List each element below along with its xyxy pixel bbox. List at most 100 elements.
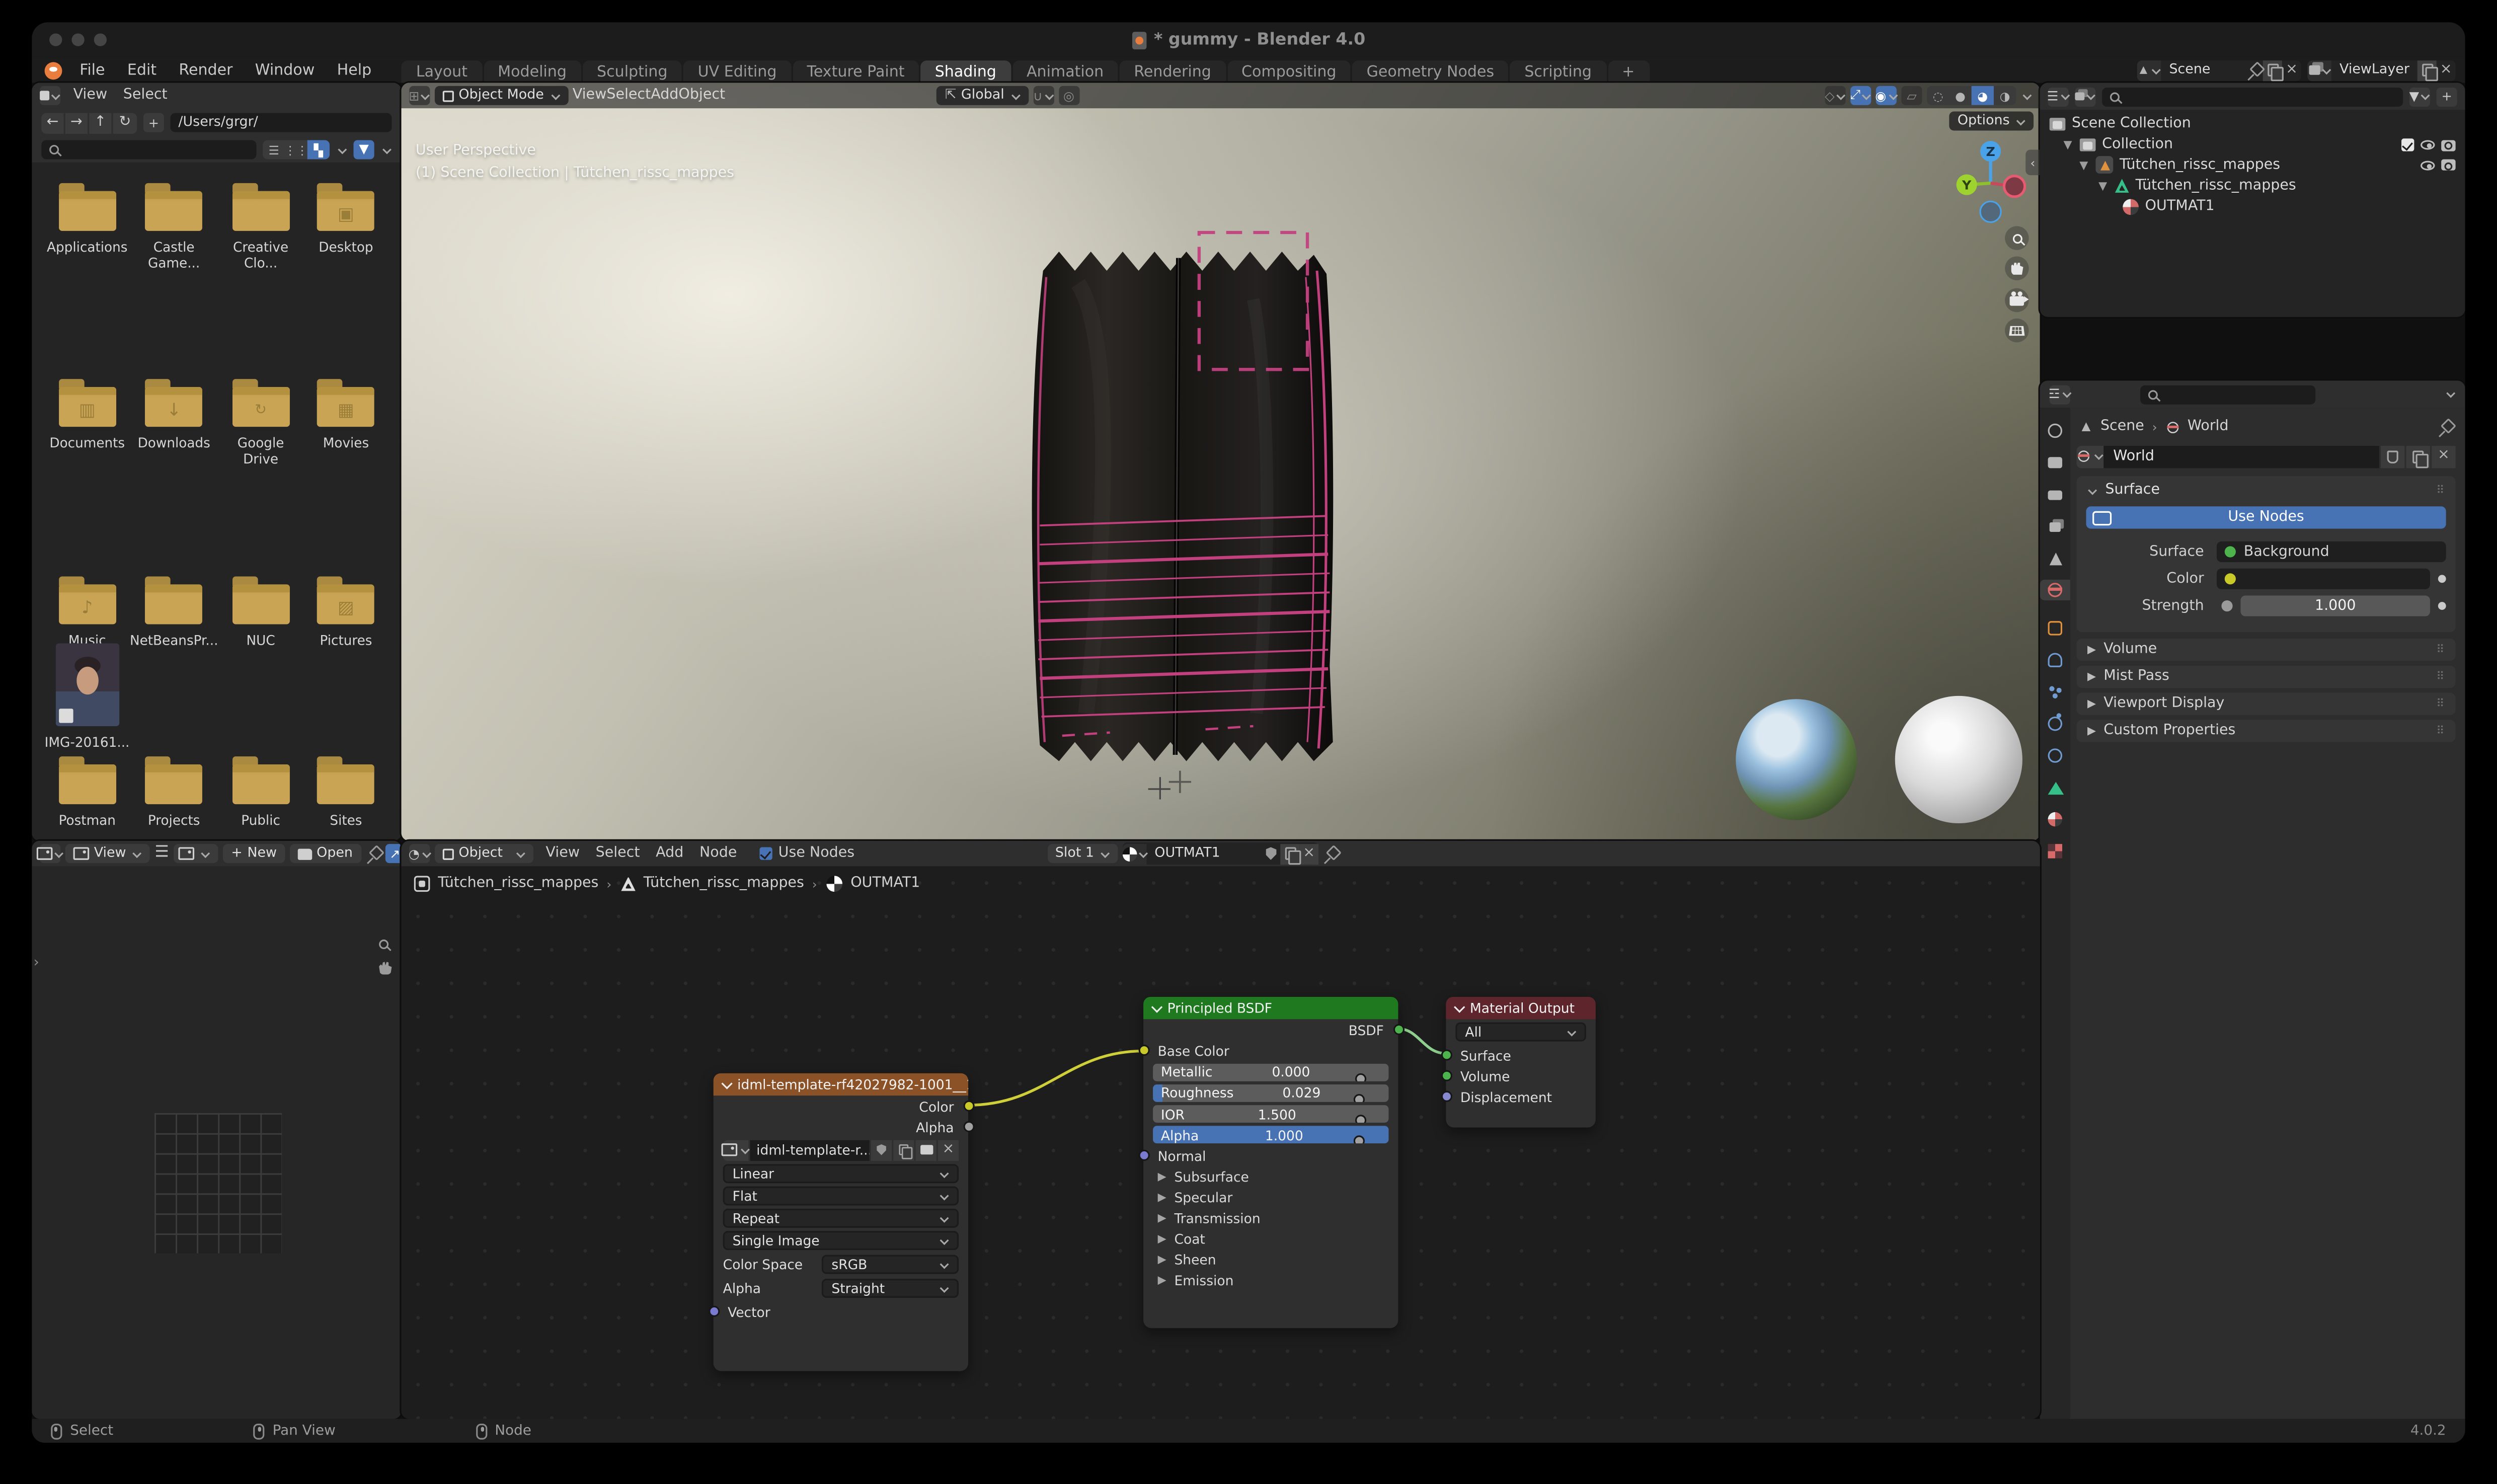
outliner-row-object[interactable]: ▼ Tütchen_rissc_mappes [2040,155,2465,176]
material-slot-select[interactable]: Slot 1 [1047,844,1118,864]
outliner-label[interactable]: OUTMAT1 [2145,198,2215,214]
vector-input-socket-icon[interactable] [708,1305,719,1316]
strength-slider[interactable]: 1.000 [2240,595,2431,616]
shader-breadcrumb-item[interactable]: OUTMAT1 › [826,876,920,892]
menu-item[interactable]: Help [326,57,382,83]
collapsed-section-row[interactable]: ▶ Subsurface [1143,1167,1398,1188]
file-grid-item[interactable]: Creative Clo... [218,182,303,364]
tab-object[interactable] [2042,618,2069,639]
pin-material-icon[interactable] [1323,846,1338,861]
copy-scene-icon[interactable] [2263,59,2283,82]
expand-caret-icon[interactable]: ▼ [2062,139,2073,151]
forward-icon[interactable]: → [65,112,90,133]
blender-logo-icon[interactable] [44,61,62,79]
node-slider[interactable]: Metallic 0.000 [1153,1063,1389,1081]
workspace-tab[interactable]: Modeling [483,60,581,83]
shader-menu-item[interactable]: Select [588,845,648,862]
display-detail-icon[interactable]: ⋮⋮ [284,140,308,159]
file-grid-item[interactable]: Applications [45,182,130,364]
node-dropdown[interactable]: Flat [723,1186,959,1206]
input-socket-icon[interactable] [1354,1094,1366,1103]
copy-world-icon[interactable] [2406,445,2431,467]
minimize-window-icon[interactable] [71,33,85,46]
path-input[interactable]: /Users/grgr/ [170,113,392,132]
shading-rendered-icon[interactable]: ◑ [1994,86,2016,105]
browse-image-icon[interactable] [174,844,218,864]
bsdf-output-socket-icon[interactable] [1392,1023,1404,1035]
fake-user-shield-icon[interactable] [1261,843,1280,864]
output-socket-icon[interactable] [962,1120,974,1132]
shading-chevron-icon[interactable] [2022,90,2032,100]
expand-caret-icon[interactable]: ▼ [2078,159,2089,172]
zoom-icon[interactable] [379,940,389,950]
new-collection-icon[interactable]: + [2436,87,2457,106]
hide-viewport-icon[interactable] [2421,161,2435,171]
fake-user-shield-icon[interactable] [871,1139,892,1160]
viewport-3d[interactable]: ⊞ Object Mode View Select Add Object ⇱ Globa… [401,83,2040,841]
collapsed-section-row[interactable]: ▶ Sheen [1143,1250,1398,1271]
breadcrumb-scene[interactable]: Scene [2100,419,2144,435]
node-dropdown[interactable]: Single Image [723,1231,959,1251]
display-thumbnail-icon[interactable]: ▚ [307,140,330,160]
outliner-label[interactable]: Tütchen_rissc_mappes [2120,158,2280,174]
collapsed-section-row[interactable]: ▶ Coat [1143,1229,1398,1250]
workspace-tab[interactable]: Texture Paint [793,60,919,83]
browse-world-icon[interactable] [2076,445,2104,467]
material-name-field[interactable]: OUTMAT1 [1146,845,1261,862]
pin-id-icon[interactable] [2438,420,2452,434]
shading-material-icon[interactable]: ◕ [1971,86,1994,105]
material-output-node-header[interactable]: Material Output [1446,996,1596,1020]
workspace-tab[interactable]: Animation [1012,60,1118,83]
xray-toggle-icon[interactable]: ▱ [1901,86,1922,105]
properties-search-input[interactable] [2140,384,2316,404]
normal-socket-icon[interactable] [1138,1150,1149,1162]
menu-item[interactable]: Window [244,57,326,83]
collapsed-panel[interactable]: ▶ Mist Pass ⠿ [2076,665,2456,687]
workspace-tab[interactable]: UV Editing [683,60,791,83]
breadcrumb-world[interactable]: World [2188,419,2229,435]
file-grid-item[interactable]: Documents [45,378,130,560]
collapse-node-icon[interactable] [1151,1000,1163,1012]
animate-color-icon[interactable] [2438,575,2446,583]
scene-selector[interactable]: Scene × [2137,59,2302,82]
workspace-tab[interactable]: Shading [920,60,1011,83]
image-editor-body[interactable]: › [32,866,402,1419]
node-slider[interactable]: Roughness 0.029 [1153,1084,1389,1103]
editor-type-file-browser-icon[interactable] [40,86,61,105]
scene-icon[interactable] [2137,59,2161,81]
copy-image-icon[interactable] [893,1139,914,1160]
use-nodes-toggle[interactable]: Use Nodes [759,845,854,862]
browse-image-icon[interactable] [721,1139,750,1160]
workspace-tab[interactable]: Layout [402,60,482,83]
outliner-row-scene-collection[interactable]: Scene Collection [2040,115,2465,135]
menu-item[interactable]: Render [168,57,244,83]
input-socket-icon[interactable] [1440,1048,1452,1060]
unlink-material-icon[interactable]: × [1299,843,1319,864]
world-name-field[interactable]: World [2103,445,2379,467]
collapse-node-icon[interactable] [1454,1000,1465,1012]
collapsed-panel[interactable]: ▶ Custom Properties ⠿ [2076,720,2456,742]
shading-wireframe-icon[interactable]: ◌ [1927,86,1949,105]
node-image-texture[interactable]: idml-template-rf42027982-1001__1.p... Co… [708,1073,974,1371]
outliner-filter-icon[interactable]: ▼ [2409,87,2431,106]
menu-item[interactable]: Edit [116,57,168,83]
options-button[interactable]: Options [1949,111,2034,131]
sync-view-icon[interactable]: ↗ [384,844,402,864]
pan-icon[interactable] [379,962,392,975]
expand-caret-icon[interactable]: ▼ [2097,180,2109,192]
surface-value-select[interactable]: Background [2216,541,2446,563]
animate-strength-icon[interactable] [2438,602,2446,610]
ortho-toggle-icon[interactable] [2005,318,2029,343]
workspace-tab[interactable]: Compositing [1227,60,1351,83]
tab-modifiers[interactable] [2042,650,2069,670]
collapsed-section-row[interactable]: ▶ Emission [1143,1271,1398,1291]
unlink-image-icon[interactable]: × [938,1139,959,1160]
open-image-button[interactable]: Open [289,844,361,864]
properties-options-chevron-icon[interactable] [2446,388,2456,398]
unlink-world-icon[interactable]: × [2432,445,2456,467]
file-search-input[interactable] [41,140,257,160]
new-folder-icon[interactable]: + [143,113,164,132]
tab-constraints[interactable] [2042,745,2069,766]
disable-render-icon[interactable] [2441,160,2456,172]
workspace-tab[interactable]: + [1607,60,1649,83]
